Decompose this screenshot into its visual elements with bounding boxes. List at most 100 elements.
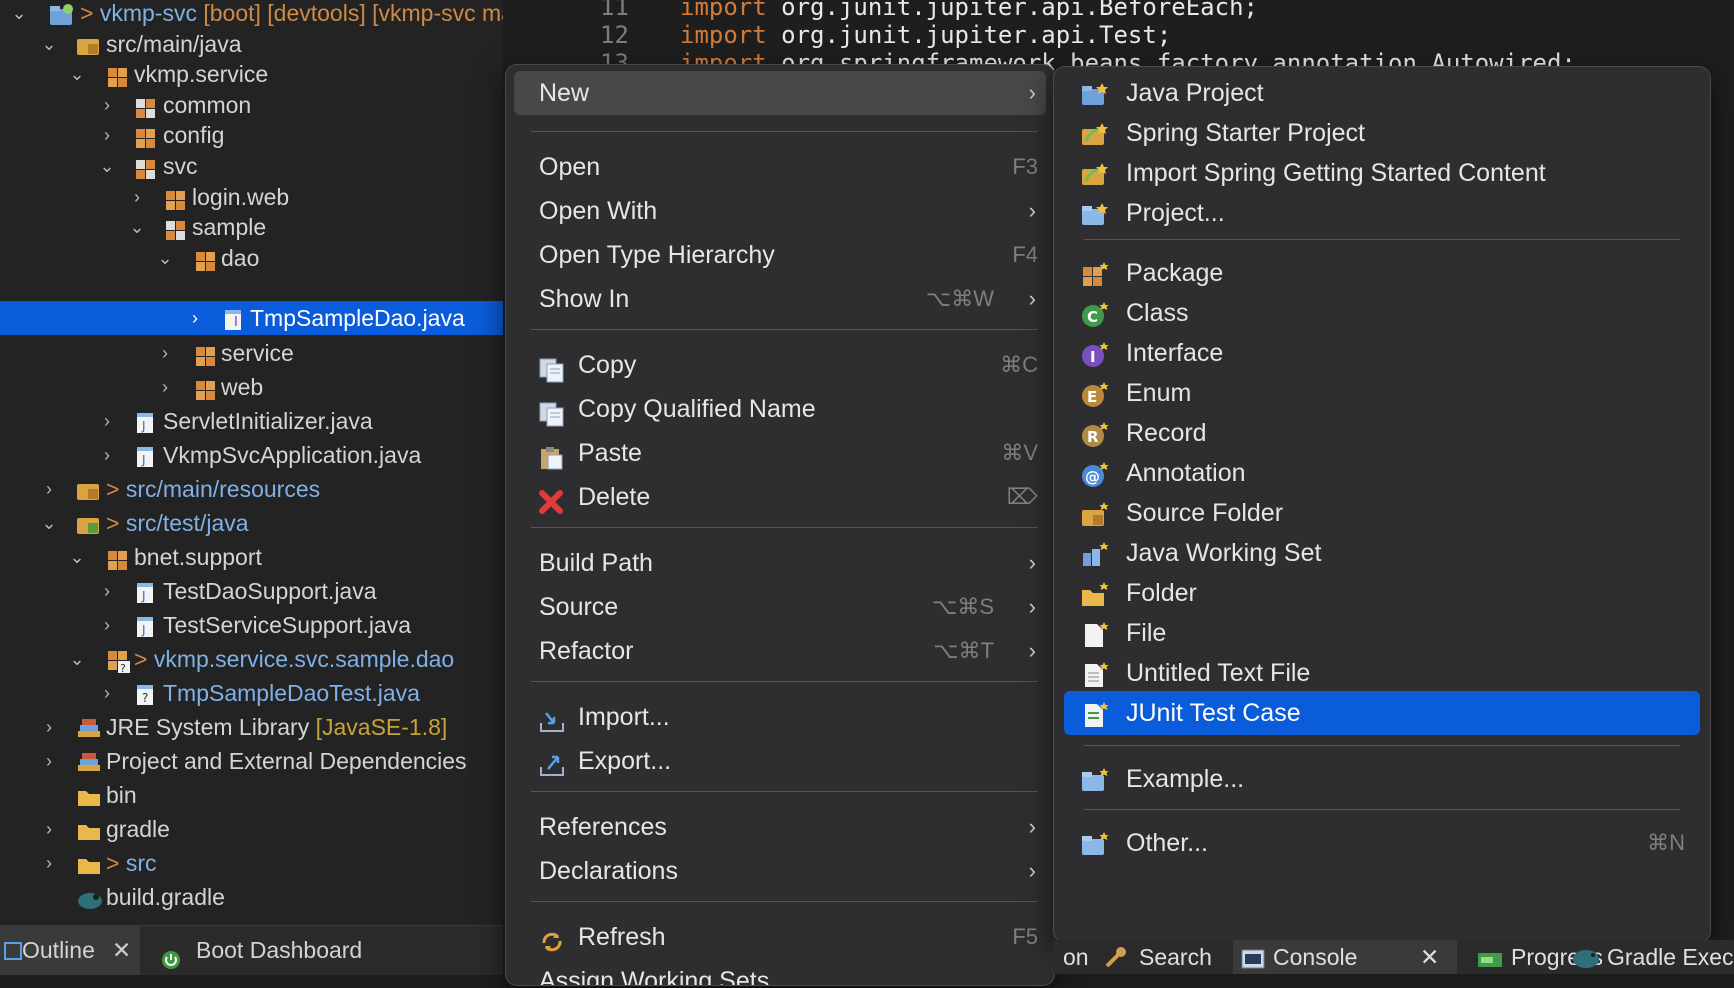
submenu-item-java-project[interactable]: Java Project [1064, 71, 1700, 115]
tree-row-vkmp-service-svc-sample-dao[interactable]: ⌄ ? > vkmp.service.svc.sample.dao [0, 642, 503, 676]
menu-item-copy[interactable]: Copy ⌘C [514, 343, 1046, 387]
submenu-item-spring-starter-project[interactable]: Spring Starter Project [1064, 111, 1700, 155]
chevron-right-icon[interactable]: › [38, 812, 60, 846]
tree-row-project[interactable]: ⌄ > vkmp-svc [boot] [devtools] [vkmp-svc… [0, 0, 503, 30]
menu-separator [531, 329, 1038, 330]
submenu-item-junit-test-case[interactable]: JUnit Test Case [1064, 691, 1700, 735]
chevron-down-icon[interactable]: ⌄ [66, 57, 88, 91]
menu-item-refactor[interactable]: Refactor ⌥⌘T › [514, 629, 1046, 673]
menu-item-open[interactable]: Open F3 [514, 145, 1046, 189]
chevron-right-icon: › [1028, 814, 1036, 839]
chevron-right-icon[interactable]: › [154, 370, 176, 404]
tab-partial[interactable]: on [1063, 940, 1089, 974]
chevron-right-icon[interactable]: › [96, 676, 118, 710]
submenu-item-interface[interactable]: I Interface [1064, 331, 1700, 375]
code-editor[interactable]: 11 import org.junit.jupiter.api.BeforeEac… [600, 0, 1734, 70]
chevron-down-icon[interactable]: ⌄ [126, 210, 148, 244]
tree-row-service-pkg[interactable]: › service [0, 336, 503, 370]
chevron-down-icon[interactable]: ⌄ [38, 506, 60, 540]
menu-item-export[interactable]: Export... [514, 739, 1046, 783]
submenu-item-java-working-set[interactable]: Java Working Set [1064, 531, 1700, 575]
tree-row-vkmp-service[interactable]: ⌄ vkmp.service [0, 57, 503, 91]
tree-row-login-web[interactable]: › login.web [0, 180, 503, 214]
chevron-down-icon[interactable]: ⌄ [8, 0, 30, 30]
tree-row-config[interactable]: › config [0, 118, 503, 152]
menu-item-paste[interactable]: Paste ⌘V [514, 431, 1046, 475]
tab-console[interactable]: Console ✕ [1233, 940, 1457, 974]
tree-row-bin[interactable]: bin [0, 778, 503, 812]
menu-item-open-with[interactable]: Open With › [514, 189, 1046, 233]
tree-row-testservicesupport-java[interactable]: › J TestServiceSupport.java [0, 608, 503, 642]
tree-row-jre-system-library[interactable]: › JRE System Library [JavaSE-1.8] [0, 710, 503, 744]
tree-row-src-main-java[interactable]: ⌄ src/main/java [0, 27, 503, 61]
chevron-right-icon[interactable]: › [38, 710, 60, 744]
chevron-right-icon[interactable]: › [96, 118, 118, 152]
submenu-item-source-folder[interactable]: Source Folder [1064, 491, 1700, 535]
chevron-down-icon[interactable]: ⌄ [66, 642, 88, 676]
menu-item-show-in[interactable]: Show In ⌥⌘W › [514, 277, 1046, 321]
tree-row-sample[interactable]: ⌄ sample [0, 210, 503, 244]
close-icon[interactable]: ✕ [112, 926, 131, 975]
chevron-right-icon[interactable]: › [154, 336, 176, 370]
chevron-right-icon[interactable]: › [38, 846, 60, 880]
tree-row-label: login.web [192, 184, 290, 210]
chevron-down-icon[interactable]: ⌄ [38, 27, 60, 61]
tree-row-build-gradle[interactable]: build.gradle [0, 880, 503, 914]
chevron-right-icon[interactable]: › [38, 472, 60, 506]
tree-row-project-external-dependencies[interactable]: › Project and External Dependencies [0, 744, 503, 778]
outline-icon [4, 942, 22, 960]
submenu-item-import-spring-getting-started[interactable]: Import Spring Getting Started Content [1064, 151, 1700, 195]
chevron-down-icon[interactable]: ⌄ [154, 241, 176, 275]
tree-row-src[interactable]: › > src [0, 846, 503, 880]
submenu-item-package[interactable]: Package [1064, 251, 1700, 295]
tree-row-bnet-support[interactable]: ⌄ bnet.support [0, 540, 503, 574]
tab-outline[interactable]: Outline ✕ [0, 926, 140, 975]
tree-row-tmpsampledaotest-java[interactable]: › ? TmpSampleDaoTest.java [0, 676, 503, 710]
tree-row-gradle[interactable]: › gradle [0, 812, 503, 846]
tree-row-web[interactable]: › web [0, 370, 503, 404]
chevron-right-icon[interactable]: › [96, 574, 118, 608]
submenu-item-other[interactable]: Other... ⌘N [1064, 821, 1700, 865]
submenu-item-enum[interactable]: E Enum [1064, 371, 1700, 415]
chevron-right-icon[interactable]: › [126, 180, 148, 214]
submenu-item-class[interactable]: C Class [1064, 291, 1700, 335]
chevron-right-icon[interactable]: › [96, 404, 118, 438]
close-icon[interactable]: ✕ [1420, 940, 1439, 974]
tree-row-servletinitializer-java[interactable]: › J ServletInitializer.java [0, 404, 503, 438]
tree-row-src-test-java[interactable]: ⌄ > src/test/java [0, 506, 503, 540]
submenu-item-folder[interactable]: Folder [1064, 571, 1700, 615]
submenu-item-record[interactable]: R Record [1064, 411, 1700, 455]
tree-row-common[interactable]: › common [0, 88, 503, 122]
chevron-down-icon[interactable]: ⌄ [96, 149, 118, 183]
paste-icon [538, 441, 566, 470]
tree-row-testdaosupport-java[interactable]: › J TestDaoSupport.java [0, 574, 503, 608]
menu-item-build-path[interactable]: Build Path › [514, 541, 1046, 585]
chevron-right-icon[interactable]: › [96, 88, 118, 122]
tab-boot-dashboard[interactable]: Boot Dashboard [156, 926, 396, 975]
menu-item-declarations[interactable]: Declarations › [514, 849, 1046, 893]
menu-item-copy-qualified-name[interactable]: Copy Qualified Name [514, 387, 1046, 431]
tab-gradle-executions[interactable]: Gradle Exec [1567, 940, 1734, 974]
submenu-item-annotation[interactable]: @ Annotation [1064, 451, 1700, 495]
tree-row-vkmpsvcapplication-java[interactable]: › J VkmpSvcApplication.java [0, 438, 503, 472]
submenu-item-project[interactable]: Project... [1064, 191, 1700, 235]
chevron-down-icon[interactable]: ⌄ [66, 540, 88, 574]
chevron-right-icon[interactable]: › [96, 438, 118, 472]
menu-item-source[interactable]: Source ⌥⌘S › [514, 585, 1046, 629]
submenu-item-example[interactable]: Example... [1064, 757, 1700, 801]
menu-item-refresh[interactable]: Refresh F5 [514, 915, 1046, 959]
menu-item-delete[interactable]: Delete ⌦ [514, 475, 1046, 519]
tree-row-svc[interactable]: ⌄ svc [0, 149, 503, 183]
tree-row-dao[interactable]: ⌄ dao [0, 241, 503, 275]
menu-item-references[interactable]: References › [514, 805, 1046, 849]
menu-item-open-type-hierarchy[interactable]: Open Type Hierarchy F4 [514, 233, 1046, 277]
tree-row-src-main-resources[interactable]: › > src/main/resources [0, 472, 503, 506]
submenu-item-untitled-text-file[interactable]: Untitled Text File [1064, 651, 1700, 695]
chevron-right-icon[interactable]: › [38, 744, 60, 778]
menu-item-new[interactable]: New › [514, 71, 1046, 115]
menu-item-assign-working-sets[interactable]: Assign Working Sets... [514, 959, 1046, 985]
menu-item-import[interactable]: Import... [514, 695, 1046, 739]
menu-separator [531, 527, 1038, 528]
submenu-item-file[interactable]: File [1064, 611, 1700, 655]
chevron-right-icon[interactable]: › [96, 608, 118, 642]
